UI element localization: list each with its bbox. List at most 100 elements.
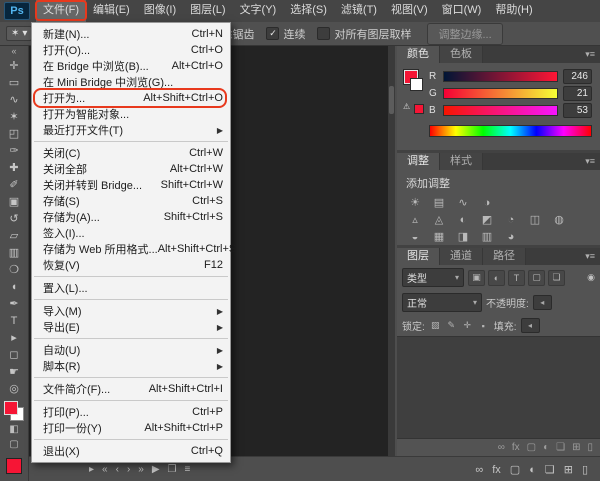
file-menu-item[interactable]: 最近打开文件(T) ▶ [32,122,230,138]
blend-mode-dropdown[interactable]: 正常 ▾ [402,293,482,312]
gradient-map-icon[interactable]: ▥ [477,229,497,244]
menubar-item[interactable]: 文件(F) [36,0,86,22]
panel-menu-icon[interactable]: ▾≡ [585,153,600,170]
channel-mixer-icon[interactable]: ◫ [525,212,545,227]
vibrance-icon[interactable]: ▵ [405,212,425,227]
color-spectrum-bar[interactable] [429,125,592,137]
curves-icon[interactable]: ∿ [453,195,473,210]
menubar-item[interactable]: 文字(Y) [233,0,284,22]
file-menu-item[interactable]: 签入(I)... [32,225,230,241]
panel-tab[interactable]: 样式 [440,153,483,170]
layer-effects-icon[interactable]: fx [492,464,501,476]
file-menu-item[interactable]: 在 Mini Bridge 中浏览(G)... [32,74,230,90]
shape-tool[interactable]: ◻ [2,346,26,363]
file-menu-item[interactable]: 打印(P)... Ctrl+P [32,404,230,420]
file-menu-item[interactable]: 关闭(C) Ctrl+W [32,145,230,161]
color-ramp-slider[interactable] [443,88,558,99]
filter-shape-layers-icon[interactable]: ▢ [528,270,545,286]
gamut-warning-swatch[interactable] [414,104,424,114]
channel-value-input[interactable]: 21 [563,86,592,101]
file-menu-item[interactable] [34,338,228,339]
go-previous-icon[interactable]: ‹ [116,464,119,475]
layer-effects-icon[interactable]: fx [512,442,520,453]
file-menu-item[interactable]: 存储(S) Ctrl+S [32,193,230,209]
panel-tab[interactable]: 调整 [397,153,440,170]
blur-tool[interactable]: ❍ [2,261,26,278]
thumbnails-icon[interactable]: ❐ [168,464,177,475]
file-menu-item[interactable]: 恢复(V) F12 [32,257,230,273]
healing-brush-tool[interactable]: ✚ [2,159,26,176]
filter-pixel-layers-icon[interactable]: ▣ [468,270,485,286]
history-brush-tool[interactable]: ↺ [2,210,26,227]
file-menu-item[interactable]: 存储为 Web 所用格式... Alt+Shift+Ctrl+S [32,241,230,257]
layer-mask-icon[interactable]: ▢ [510,463,520,476]
crop-tool[interactable]: ◰ [2,125,26,142]
panel-menu-icon[interactable]: ▾≡ [585,248,600,265]
selective-color-icon[interactable]: ◕ [501,229,521,244]
exposure-icon[interactable]: ◑ [477,195,497,210]
file-menu-item[interactable] [34,400,228,401]
layer-group-icon[interactable]: ❏ [545,463,555,476]
move-tool[interactable]: ✛ [2,57,26,74]
refine-edge-button[interactable]: 调整边缘... [427,23,502,45]
file-menu-item[interactable] [34,141,228,142]
color-swatch-widget[interactable] [3,400,25,422]
file-menu-item[interactable]: 导出(E) ▶ [32,319,230,335]
color-lookup-icon[interactable]: ◍ [549,212,569,227]
file-menu-item[interactable]: 置入(L)... [32,280,230,296]
new-layer-icon[interactable]: ⊞ [564,463,573,476]
panel-menu-icon[interactable]: ▾≡ [585,46,600,63]
brightness-contrast-icon[interactable]: ☀ [405,195,425,210]
menubar-item[interactable]: 图层(L) [183,0,232,22]
file-menu-item[interactable]: 在 Bridge 中浏览(B)... Alt+Ctrl+O [32,58,230,74]
file-menu-item[interactable] [34,276,228,277]
menubar-item[interactable]: 选择(S) [283,0,334,22]
filter-adjustment-layers-icon[interactable]: ◐ [488,270,505,286]
photo-filter-icon[interactable]: ◔ [501,212,521,227]
file-menu-item[interactable]: 导入(M) ▶ [32,303,230,319]
menubar-item[interactable]: 编辑(E) [86,0,137,22]
file-menu-item[interactable]: 文件简介(F)... Alt+Shift+Ctrl+I [32,381,230,397]
file-menu-item[interactable]: 打印一份(Y) Alt+Shift+Ctrl+P [32,420,230,436]
path-selection-tool[interactable]: ▸ [2,329,26,346]
channel-value-input[interactable]: 53 [563,103,592,118]
foreground-color-indicator[interactable] [6,458,22,474]
menubar-item[interactable]: 滤镜(T) [334,0,384,22]
delete-layer-icon[interactable]: ▯ [582,463,588,476]
file-menu-item[interactable]: 关闭全部 Alt+Ctrl+W [32,161,230,177]
lasso-tool[interactable]: ∿ [2,91,26,108]
lock-all-icon[interactable]: ▪ [477,319,490,332]
canvas-scrollbar[interactable] [388,46,395,456]
list-view-icon[interactable]: ≡ [185,464,191,475]
menubar-item[interactable]: 图像(I) [137,0,183,22]
menubar-item[interactable]: 窗口(W) [435,0,489,22]
zoom-tool[interactable]: ◎ [2,380,26,397]
file-menu-item[interactable] [34,439,228,440]
clone-stamp-tool[interactable]: ▣ [2,193,26,210]
foreground-color-swatch[interactable] [4,401,18,415]
delete-layer-icon[interactable]: ▯ [587,442,593,453]
fill-stepper[interactable]: ◂ [521,318,540,333]
lock-image-icon[interactable]: ✎ [445,319,458,332]
file-menu-item[interactable]: 打开为... Alt+Shift+Ctrl+O [32,90,230,106]
new-layer-icon[interactable]: ⊞ [572,442,580,453]
file-menu-item[interactable]: 退出(X) Ctrl+Q [32,443,230,459]
panel-tab[interactable]: 通道 [440,248,483,265]
screen-mode-button[interactable]: ▢ [2,437,26,452]
collapse-panel-icon[interactable]: « [11,46,16,57]
magic-wand-tool[interactable]: ✶ [2,108,26,125]
link-layers-icon[interactable]: ∞ [498,442,505,453]
file-menu-item[interactable]: 关闭并转到 Bridge... Shift+Ctrl+W [32,177,230,193]
menu-flyout-icon[interactable]: ▸ [89,464,94,475]
link-layers-icon[interactable]: ∞ [475,464,483,476]
gradient-tool[interactable]: ▥ [2,244,26,261]
file-menu-item[interactable]: 存储为(A)... Shift+Ctrl+S [32,209,230,225]
layer-mask-icon[interactable]: ▢ [527,442,536,453]
black-white-icon[interactable]: ◩ [477,212,497,227]
filter-smart-objects-icon[interactable]: ❏ [548,270,565,286]
invert-icon[interactable]: ◒ [405,229,425,244]
go-next-icon[interactable]: › [127,464,130,475]
play-icon[interactable]: ▶ [152,464,160,475]
eraser-tool[interactable]: ▱ [2,227,26,244]
file-menu-item[interactable]: 脚本(R) ▶ [32,358,230,374]
